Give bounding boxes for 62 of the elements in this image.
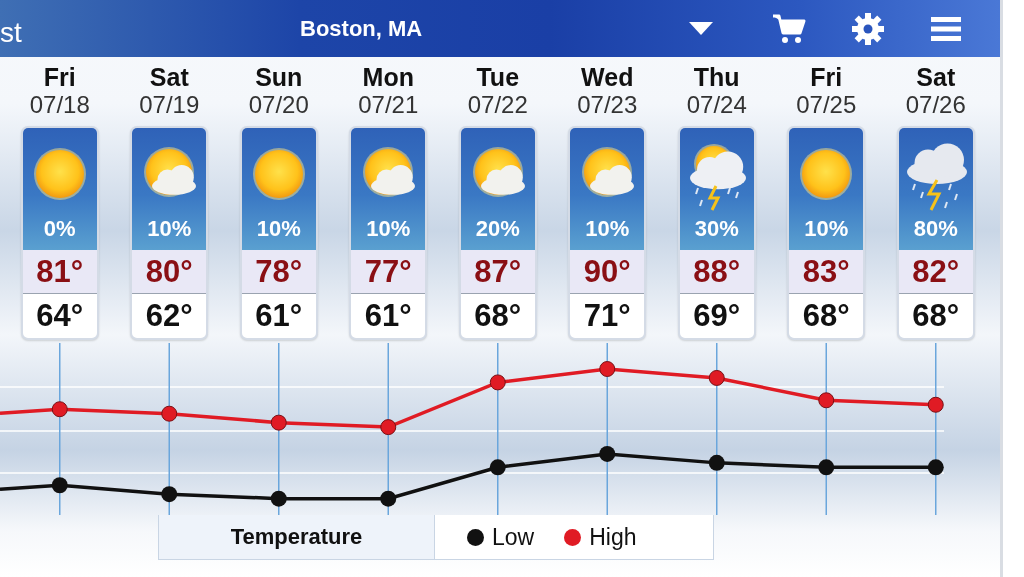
cart-icon[interactable]	[772, 12, 806, 45]
precipitation-chance: 10%	[585, 216, 630, 242]
legend-label: Low	[492, 523, 535, 551]
legend-title: Temperature	[159, 515, 435, 559]
precipitation-chance: 30%	[694, 216, 739, 242]
day-date: 07/23	[577, 91, 638, 119]
forecast-card[interactable]: 20% 87° 68°	[458, 126, 537, 340]
precipitation-chance: 80%	[913, 216, 958, 242]
screen-title: st	[0, 16, 22, 49]
day-date: 07/19	[139, 91, 200, 119]
high-temperature: 78°	[241, 250, 316, 294]
forecast-card[interactable]: 10% 83° 68°	[787, 126, 866, 340]
day-name: Sun	[255, 63, 303, 91]
high-temperature: 90°	[570, 250, 645, 294]
precipitation-chance: 20%	[475, 216, 520, 242]
day-date: 07/24	[686, 91, 747, 119]
legend-label: High	[589, 523, 637, 551]
forecast-card[interactable]: 10% 77° 61°	[349, 126, 428, 340]
high-temperature: 80°	[132, 250, 207, 294]
forecast-card[interactable]: 30% 88° 69°	[677, 126, 756, 340]
low-temperature: 64°	[35, 296, 85, 335]
forecast-card[interactable]: 10% 78° 61°	[239, 126, 318, 340]
forecast-card[interactable]: 10% 80° 62°	[130, 126, 209, 340]
high-temperature: 77°	[351, 250, 426, 294]
low-temperature: 68°	[911, 296, 961, 335]
precipitation-chance: 10%	[256, 216, 301, 242]
forecast-card[interactable]: 80% 82° 68°	[896, 126, 975, 340]
day-name: Tue	[476, 63, 520, 91]
day-date: 07/20	[248, 91, 309, 119]
day-name: Wed	[581, 63, 634, 91]
settings-icon[interactable]	[851, 11, 885, 46]
high-temperature: 88°	[679, 250, 754, 294]
day-name: Sat	[149, 63, 189, 91]
high-temperature: 82°	[898, 250, 973, 294]
low-temperature: 71°	[582, 296, 632, 335]
low-temperature: 69°	[692, 296, 742, 335]
precipitation-chance: 0%	[43, 216, 76, 242]
low-temperature: 61°	[254, 296, 304, 335]
precipitation-chance: 10%	[366, 216, 411, 242]
high-temperature: 87°	[460, 250, 535, 294]
day-name: Fri	[810, 63, 843, 91]
precipitation-chance: 10%	[804, 216, 849, 242]
day-date: 07/26	[905, 91, 966, 119]
precipitation-chance: 10%	[147, 216, 192, 242]
low-temperature: 62°	[144, 296, 194, 335]
low-temperature: 68°	[801, 296, 851, 335]
forecast-card[interactable]: 0% 81° 64°	[20, 126, 99, 340]
day-date: 07/21	[358, 91, 419, 119]
low-temperature: 68°	[473, 296, 523, 335]
day-name: Mon	[362, 63, 414, 91]
low-temperature: 61°	[363, 296, 413, 335]
high-temperature: 81°	[22, 250, 97, 294]
location-title: Boston, MA	[300, 15, 424, 42]
menu-icon[interactable]	[931, 15, 961, 42]
high-temperature: 83°	[789, 250, 864, 294]
day-date: 07/18	[29, 91, 90, 119]
day-date: 07/25	[796, 91, 857, 119]
day-name: Thu	[693, 63, 740, 91]
day-name: Fri	[43, 63, 76, 91]
forecast-card[interactable]: 10% 90° 71°	[568, 126, 647, 340]
day-date: 07/22	[467, 91, 528, 119]
day-name: Sat	[916, 63, 956, 91]
